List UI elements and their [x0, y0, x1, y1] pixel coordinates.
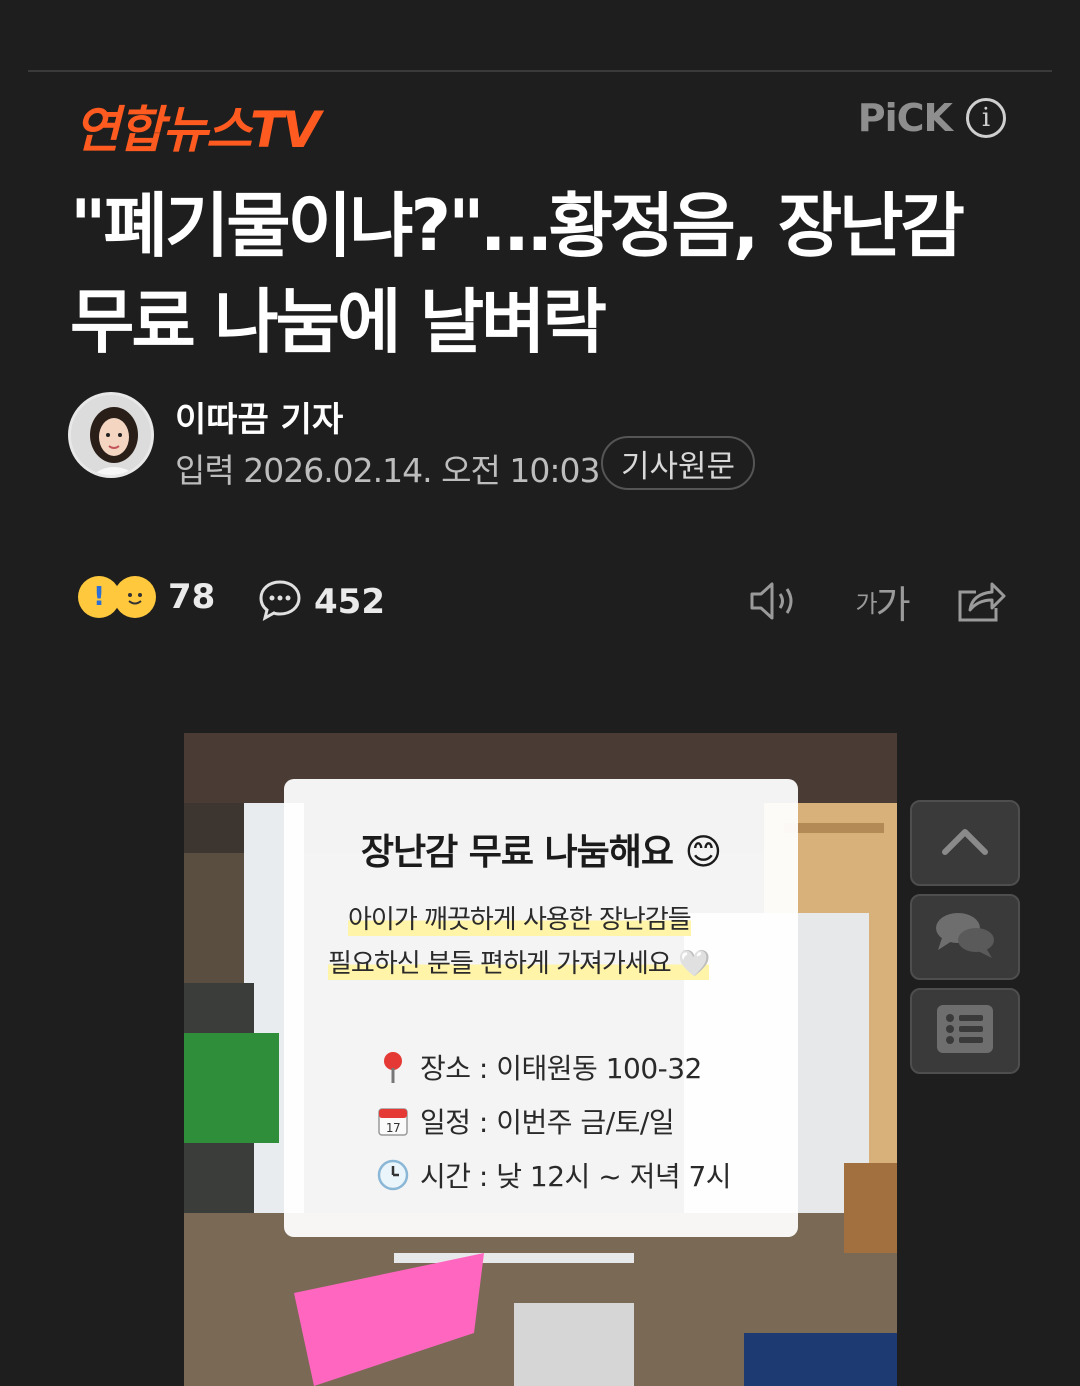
pick-label: PiCK — [857, 96, 953, 140]
list-icon — [936, 1004, 994, 1058]
notice-schedule: 17 일정 : 이번주 금/토/일 — [376, 1101, 675, 1141]
original-article-button[interactable]: 기사원문 — [601, 436, 756, 490]
pick-area[interactable]: PiCK i — [858, 96, 1006, 140]
notice-card: 장난감 무료 나눔해요 😊 아이가 깨끗하게 사용한 장난감들 필요하신 분들 … — [284, 779, 798, 1237]
comment-icon — [258, 578, 302, 626]
speaker-icon[interactable] — [748, 578, 800, 624]
notice-place: 장소 : 이태원동 100-32 — [376, 1047, 702, 1087]
article-photo[interactable]: 장난감 무료 나눔해요 😊 아이가 깨끗하게 사용한 장난감들 필요하신 분들 … — [184, 733, 897, 1386]
font-large-glyph: 가 — [875, 582, 911, 627]
font-small-glyph: 가 — [855, 589, 877, 618]
comments-shortcut-button[interactable] — [910, 894, 1020, 980]
notice-title: 장난감 무료 나눔해요 😊 — [360, 832, 722, 873]
reaction-button[interactable]: ! 78 — [78, 576, 215, 618]
notice-time: 시간 : 낮 12시 ~ 저녁 7시 — [376, 1155, 732, 1195]
notice-time-text: 시간 : 낮 12시 ~ 저녁 7시 — [420, 1160, 732, 1193]
scroll-top-icon — [940, 826, 990, 860]
reaction-count: 78 — [168, 577, 216, 617]
comment-bubbles-icon — [932, 910, 998, 964]
scroll-top-button[interactable] — [910, 800, 1020, 886]
share-icon[interactable] — [956, 578, 1008, 624]
publish-date: 입력 2026.02.14. 오전 10:03 — [175, 451, 600, 490]
font-size-icon[interactable]: 가가 — [852, 578, 912, 627]
notice-line-2: 필요하신 분들 편하게 가져가세요 🤍 — [328, 943, 710, 980]
notice-schedule-text: 일정 : 이번주 금/토/일 — [420, 1106, 675, 1139]
info-icon[interactable]: i — [966, 98, 1006, 138]
top-divider — [28, 70, 1052, 72]
list-button[interactable] — [910, 988, 1020, 1074]
svg-text:17: 17 — [386, 1121, 400, 1135]
clock-icon — [376, 1158, 410, 1192]
reporter-name[interactable]: 이따끔 기자 — [175, 392, 343, 441]
comment-count: 452 — [314, 582, 385, 622]
heart-face-emoji-icon — [114, 576, 156, 618]
pin-icon — [376, 1050, 410, 1084]
notice-line-1: 아이가 깨끗하게 사용한 장난감들 — [348, 899, 692, 936]
calendar-icon: 17 — [376, 1104, 410, 1138]
notice-place-text: 장소 : 이태원동 100-32 — [420, 1052, 702, 1085]
reporter-avatar[interactable] — [68, 392, 154, 478]
article-headline: "폐기물이냐?"…황정음, 장난감 무료 나눔에 날벼락 — [70, 185, 965, 363]
comment-button[interactable]: 452 — [258, 578, 385, 626]
press-logo[interactable]: 연합뉴스TV — [74, 90, 321, 162]
